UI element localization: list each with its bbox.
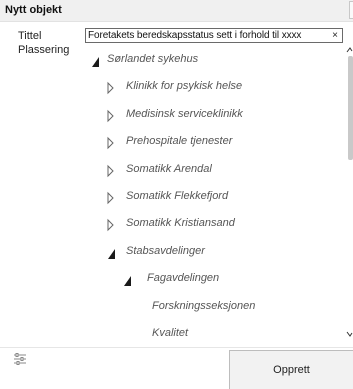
dialog-title: Nytt objekt <box>5 4 62 16</box>
footer-divider <box>0 347 353 348</box>
expanded-triangle-icon[interactable] <box>106 246 116 260</box>
title-input-value[interactable]: Foretakets beredskapsstatus sett i forho… <box>88 30 301 41</box>
tree-node[interactable]: Somatikk Flekkefjord <box>85 189 335 207</box>
collapsed-triangle-icon[interactable] <box>106 164 116 178</box>
tree-node-label[interactable]: Kvalitet <box>152 327 188 339</box>
tree-node[interactable]: Medisinsk serviceklinikk <box>85 107 335 125</box>
tree-node[interactable]: Sørlandet sykehus <box>85 52 335 70</box>
titlebar-corner-button[interactable] <box>349 1 353 19</box>
tree-node[interactable]: Forskningsseksjonen <box>85 299 335 317</box>
collapsed-triangle-icon[interactable] <box>106 136 116 150</box>
tree-node-label[interactable]: Somatikk Flekkefjord <box>126 190 228 202</box>
tree-node[interactable]: Somatikk Kristiansand <box>85 216 335 234</box>
scroll-up-icon[interactable] <box>346 46 353 54</box>
tree-node[interactable]: Stabsavdelinger <box>85 244 335 262</box>
tree-node-label[interactable]: Somatikk Kristiansand <box>126 217 235 229</box>
tree-node-label[interactable]: Fagavdelingen <box>147 272 219 284</box>
title-label: Tittel <box>18 30 42 42</box>
placement-label: Plassering <box>18 44 70 56</box>
tree-node[interactable]: Prehospitale tjenester <box>85 134 335 152</box>
tree-node[interactable]: Fagavdelingen <box>85 271 335 289</box>
expanded-triangle-icon[interactable] <box>90 54 100 68</box>
sliders-icon[interactable] <box>13 352 27 366</box>
tree-node-label[interactable]: Forskningsseksjonen <box>152 300 255 312</box>
tree-scrollbar-thumb[interactable] <box>348 56 353 160</box>
tree-node-label[interactable]: Somatikk Arendal <box>126 163 212 175</box>
create-button[interactable]: Opprett <box>229 350 353 389</box>
scroll-down-icon[interactable] <box>346 330 353 338</box>
tree-node-label[interactable]: Prehospitale tjenester <box>126 135 232 147</box>
tree-node[interactable]: Somatikk Arendal <box>85 162 335 180</box>
collapsed-triangle-icon[interactable] <box>106 191 116 205</box>
tree-node[interactable]: Kvalitet <box>85 326 335 344</box>
tree-node-label[interactable]: Klinikk for psykisk helse <box>126 80 242 92</box>
title-input[interactable]: Foretakets beredskapsstatus sett i forho… <box>85 28 343 43</box>
tree-node[interactable]: Klinikk for psykisk helse <box>85 79 335 97</box>
tree-node-label[interactable]: Sørlandet sykehus <box>107 53 198 65</box>
collapsed-triangle-icon[interactable] <box>106 218 116 232</box>
collapsed-triangle-icon[interactable] <box>106 81 116 95</box>
clear-icon[interactable]: × <box>328 29 342 42</box>
expanded-triangle-icon[interactable] <box>122 273 132 287</box>
placement-tree[interactable]: Sørlandet sykehus Klinikk for psykisk hel… <box>85 48 347 344</box>
tree-node-label[interactable]: Medisinsk serviceklinikk <box>126 108 243 120</box>
tree-node-label[interactable]: Stabsavdelinger <box>126 245 205 257</box>
collapsed-triangle-icon[interactable] <box>106 109 116 123</box>
dialog-titlebar: Nytt objekt <box>0 0 353 22</box>
